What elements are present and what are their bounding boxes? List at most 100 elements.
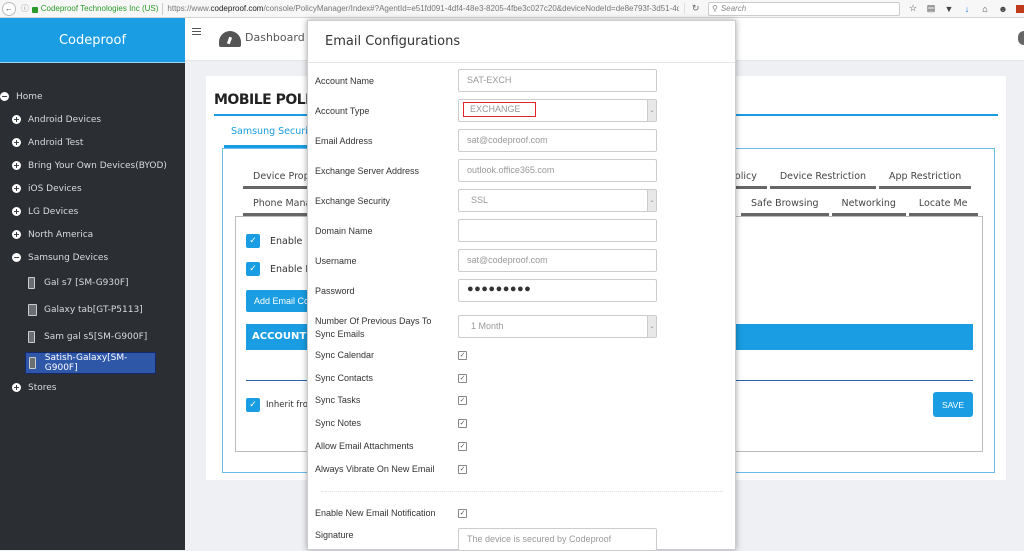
expand-icon[interactable]: + [12,161,21,170]
subtab[interactable]: Device Restriction [769,165,877,189]
email-address-label: Email Address [315,136,373,146]
star-icon[interactable]: ☆ [908,3,918,14]
url-bar[interactable]: https://www.codeproof.com/console/Policy… [167,4,679,13]
chevron-down-icon[interactable]: ⌄ [647,316,656,337]
sidebar-item-label: Galaxy tab[GT-P5113] [44,304,143,315]
sidebar-item-label: LG Devices [28,206,79,217]
collapse-icon[interactable]: − [0,92,9,101]
sidebar-item[interactable]: − Samsung Devices [0,246,185,269]
sidebar-item-label: Satish-Galaxy[SM-G900F] [44,353,128,373]
sync-days-value: 1 Month [471,321,504,331]
account-name-label: Account Name [315,76,375,86]
sidebar-item[interactable]: + Stores [0,376,185,399]
exchange-security-label: Exchange Security [315,196,391,206]
brand-logo[interactable]: Codeproof [0,18,185,63]
username-label: Username [315,256,357,266]
modal-header-divider [308,62,735,63]
extension-icon[interactable] [1016,4,1024,13]
search-placeholder: Search [720,4,747,13]
emoji-icon[interactable]: ☻ [998,4,1008,14]
download-icon[interactable]: ↓ [962,4,972,14]
email-configurations-modal: Email Configurations Account Name SAT-EX… [307,20,736,551]
inherit-checkbox[interactable]: ✓ [246,398,260,412]
sync-contacts-checkbox[interactable]: ✓ [458,373,467,383]
enable-label: Enable [270,235,303,247]
sidebar-item-label: North America [28,229,94,240]
user-avatar[interactable] [1018,31,1024,45]
allow-attachments-checkbox[interactable]: ✓ [458,441,467,451]
url-path: /console/PolicyManager/Index#?AgentId=e5… [263,4,680,13]
subtab[interactable]: Networking [831,192,906,216]
info-icon[interactable]: ⓘ [21,3,29,14]
home-icon[interactable]: ⌂ [980,4,990,14]
menu-toggle-icon[interactable] [192,28,201,37]
pocket-icon[interactable]: ▼ [944,4,954,14]
browser-search-input[interactable]: ⚲ Search [707,1,900,16]
exchange-security-value: SSL [471,195,489,205]
account-name-input[interactable]: SAT-EXCH [458,69,657,92]
sidebar-item[interactable]: Gal s7 [SM-G930F] [0,269,185,296]
expand-icon[interactable]: + [12,207,21,216]
chevron-down-icon[interactable]: ⌄ [647,190,656,211]
phone-icon [28,276,35,289]
sidebar-item[interactable]: Sam gal s5[SM-G900F] [0,323,185,350]
reading-list-icon[interactable]: ▤ [926,3,936,14]
sidebar-item[interactable]: Galaxy tab[GT-P5113] [0,296,185,323]
sidebar-item[interactable]: + Android Devices [0,108,185,131]
subtab[interactable]: Safe Browsing [741,192,829,216]
enable-email-checkbox[interactable]: ✓ [246,262,260,276]
save-button[interactable]: SAVE [933,392,973,417]
chevron-down-icon[interactable]: ⌄ [647,100,656,121]
account-type-value: EXCHANGE [463,102,536,117]
domain-name-input[interactable] [458,219,657,242]
sidebar-item[interactable]: + North America [0,223,185,246]
username-input[interactable]: sat@codeproof.com [458,249,657,272]
sync-calendar-label: Sync Calendar [315,350,375,360]
always-vibrate-checkbox[interactable]: ✓ [458,464,467,474]
sidebar-item[interactable]: + LG Devices [0,200,185,223]
sidebar-item[interactable]: + Bring Your Own Devices(BYOD) [0,154,185,177]
sidebar-item[interactable]: + iOS Devices [0,177,185,200]
search-icon: ⚲ [711,4,718,13]
url-prefix: https://www. [167,4,211,13]
signature-input[interactable]: The device is secured by Codeproof [458,528,657,551]
tablet-icon [28,303,37,316]
account-type-select[interactable]: EXCHANGE ⌄ [458,99,657,122]
new-email-notification-checkbox[interactable]: ✓ [458,509,467,518]
enable-checkbox[interactable]: ✓ [246,234,260,248]
dashboard-link[interactable]: Dashboard [245,31,305,44]
subtab[interactable]: App Restriction [879,165,972,189]
sidebar-item-label: Bring Your Own Devices(BYOD) [28,160,167,171]
new-email-notification-label: Enable New Email Notification [315,508,436,518]
back-button[interactable]: ← [2,1,16,16]
expand-icon[interactable]: + [12,383,21,392]
reload-icon[interactable]: ↻ [684,3,706,14]
expand-icon[interactable]: + [12,115,21,124]
exchange-server-input[interactable]: outlook.office365.com [458,159,657,182]
signature-label: Signature [315,530,354,540]
dashboard-icon[interactable] [219,31,241,47]
sidebar-item[interactable]: − Home [0,85,185,108]
sync-calendar-checkbox[interactable]: ✓ [458,351,467,360]
sidebar-item[interactable]: Satish-Galaxy[SM-G900F] [25,352,156,374]
sync-tasks-checkbox[interactable]: ✓ [458,396,467,406]
expand-icon[interactable]: + [12,184,21,193]
exchange-security-select[interactable]: SSL ⌄ [458,189,657,212]
sync-days-select[interactable]: 1 Month ⌄ [458,315,657,338]
collapse-icon[interactable]: − [12,253,21,262]
sidebar-item-label: Stores [28,382,57,393]
expand-icon[interactable]: + [12,230,21,239]
sidebar-item-label: Android Devices [28,114,102,125]
site-identity[interactable]: Codeproof Technologies Inc (US) [41,4,159,13]
sidebar-item[interactable]: + Android Test [0,131,185,154]
allow-attachments-label: Allow Email Attachments [315,440,414,451]
expand-icon[interactable]: + [12,138,21,147]
sidebar-item-label: Android Test [28,137,84,148]
sync-notes-checkbox[interactable]: ✓ [458,419,467,429]
sidebar-item-label: iOS Devices [28,183,82,194]
sync-tasks-label: Sync Tasks [315,395,361,406]
password-input[interactable]: ●●●●●●●●● [458,279,657,302]
email-address-input[interactable]: sat@codeproof.com [458,129,657,152]
subtab[interactable]: Locate Me [908,192,978,216]
phone-icon [28,330,35,343]
